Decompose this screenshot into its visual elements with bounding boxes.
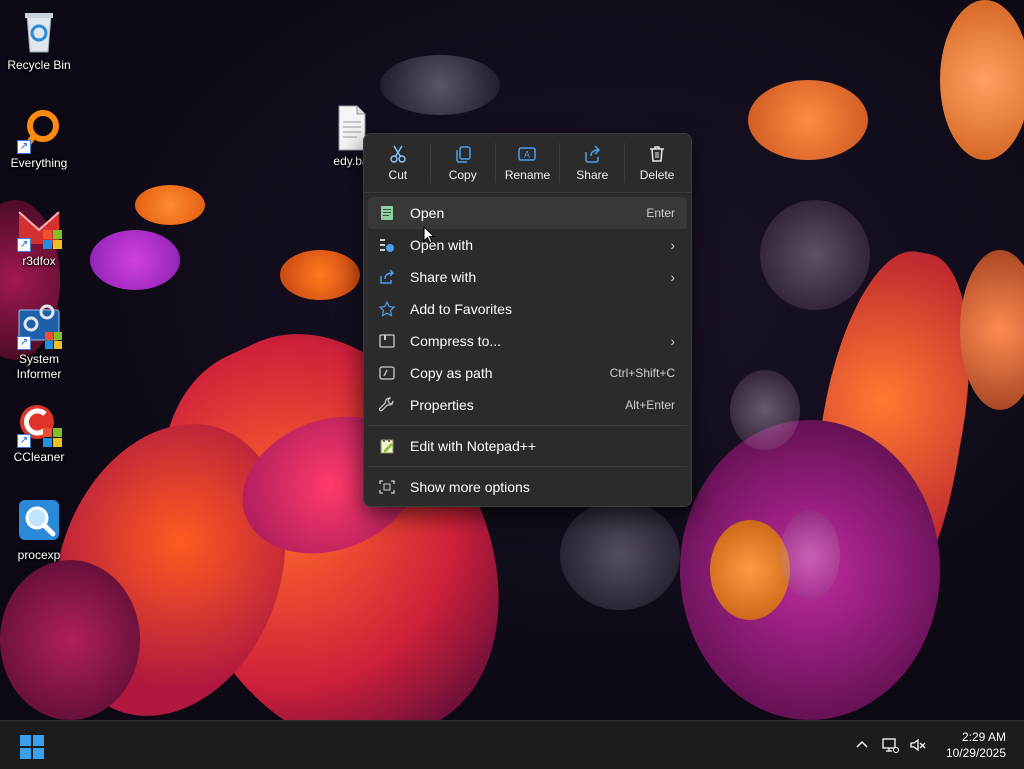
desktop-icon-label: r3dfox bbox=[22, 254, 56, 268]
share-icon bbox=[585, 145, 601, 163]
system-informer-icon: ↗ bbox=[15, 302, 63, 350]
taskbar: 2:29 AM 10/29/2025 bbox=[0, 720, 1024, 769]
show-more-icon bbox=[378, 478, 396, 496]
rename-button[interactable]: A Rename bbox=[496, 137, 560, 189]
everything-search-icon: ↗ bbox=[15, 106, 63, 154]
desktop-icon-ccleaner[interactable]: ↗ CCleaner bbox=[1, 400, 77, 465]
process-explorer-icon bbox=[15, 498, 63, 546]
copy-button[interactable]: Copy bbox=[431, 137, 495, 189]
shortcut-arrow-icon: ↗ bbox=[17, 336, 31, 350]
menu-separator bbox=[368, 466, 687, 467]
menu-item-label: Share with bbox=[410, 269, 477, 285]
recycle-bin-icon bbox=[15, 8, 63, 56]
cut-button[interactable]: Cut bbox=[366, 137, 430, 189]
network-icon[interactable] bbox=[877, 732, 903, 758]
desktop-icon-system-informer[interactable]: ↗ System Informer bbox=[1, 302, 77, 382]
desktop-icon-procexp[interactable]: procexp bbox=[1, 498, 77, 563]
menu-item-label: Open with bbox=[410, 237, 474, 253]
delete-label: Delete bbox=[639, 168, 675, 182]
chevron-right-icon: › bbox=[670, 333, 675, 349]
shortcut-arrow-icon: ↗ bbox=[17, 140, 31, 154]
clock-date: 10/29/2025 bbox=[945, 746, 1006, 760]
copy-icon bbox=[455, 146, 471, 163]
menu-item-add-to-favorites[interactable]: Add to Favorites bbox=[368, 293, 687, 325]
chevron-up-icon bbox=[856, 741, 868, 748]
desktop-icon-everything[interactable]: ↗ Everything bbox=[1, 106, 77, 171]
menu-item-open[interactable]: Open Enter bbox=[368, 197, 687, 229]
chevron-right-icon: › bbox=[670, 269, 675, 285]
show-hidden-icons-button[interactable] bbox=[849, 732, 875, 758]
menu-item-label: Open bbox=[410, 205, 445, 221]
menu-separator bbox=[368, 425, 687, 426]
desktop-icon-label: Everything bbox=[10, 156, 68, 170]
context-menu: Cut Copy A Rename Share Delete Open Ente… bbox=[363, 133, 692, 507]
menu-item-compress-to[interactable]: Compress to... › bbox=[368, 325, 687, 357]
desktop-icon-label: Recycle Bin bbox=[7, 58, 71, 72]
menu-item-open-with[interactable]: Open with › bbox=[368, 229, 687, 261]
clock-time: 2:29 AM bbox=[961, 730, 1006, 744]
ccleaner-icon: ↗ bbox=[15, 400, 63, 448]
archive-icon bbox=[378, 332, 396, 350]
menu-item-label: Add to Favorites bbox=[410, 301, 512, 317]
menu-item-label: Copy as path bbox=[410, 365, 493, 381]
menu-item-shortcut: Enter bbox=[646, 206, 675, 220]
volume-muted-icon[interactable] bbox=[905, 732, 931, 758]
delete-button[interactable]: Delete bbox=[625, 137, 689, 189]
star-icon bbox=[378, 300, 396, 318]
rename-label: Rename bbox=[504, 168, 551, 182]
share-with-icon bbox=[378, 268, 396, 286]
desktop-icon-label: CCleaner bbox=[13, 450, 65, 464]
rename-icon: A bbox=[518, 147, 537, 161]
copy-label: Copy bbox=[448, 168, 477, 182]
desktop-icon-recycle-bin[interactable]: Recycle Bin bbox=[1, 8, 77, 73]
r3dfox-browser-icon: ↗ bbox=[15, 204, 63, 252]
wrench-icon bbox=[378, 396, 396, 414]
menu-item-label: Edit with Notepad++ bbox=[410, 438, 537, 454]
menu-item-shortcut: Alt+Enter bbox=[625, 398, 675, 412]
menu-item-label: Compress to... bbox=[410, 333, 502, 349]
scissors-icon bbox=[390, 145, 406, 163]
notepad-plus-plus-icon bbox=[378, 437, 396, 455]
cut-label: Cut bbox=[388, 168, 408, 182]
copy-path-icon bbox=[378, 364, 396, 382]
open-with-icon bbox=[378, 236, 396, 254]
clock[interactable]: 2:29 AM 10/29/2025 bbox=[932, 729, 1024, 761]
shortcut-arrow-icon: ↗ bbox=[17, 434, 31, 448]
context-menu-items: Open Enter Open with › Share with › Add … bbox=[364, 193, 691, 507]
system-tray: 2:29 AM 10/29/2025 bbox=[848, 721, 1024, 769]
notepad-icon bbox=[378, 204, 396, 222]
menu-item-properties[interactable]: Properties Alt+Enter bbox=[368, 389, 687, 421]
desktop-icon-label: System Informer bbox=[16, 352, 62, 381]
menu-item-label: Properties bbox=[410, 397, 474, 413]
desktop-icon-r3dfox[interactable]: ↗ r3dfox bbox=[1, 204, 77, 269]
menu-item-label: Show more options bbox=[410, 479, 530, 495]
menu-item-shortcut: Ctrl+Shift+C bbox=[609, 366, 675, 380]
menu-item-show-more-options[interactable]: Show more options bbox=[368, 471, 687, 503]
share-button[interactable]: Share bbox=[560, 137, 624, 189]
menu-item-share-with[interactable]: Share with › bbox=[368, 261, 687, 293]
trash-icon bbox=[650, 146, 665, 162]
share-label: Share bbox=[576, 168, 609, 182]
svg-text:A: A bbox=[524, 151, 531, 161]
windows-start-icon[interactable] bbox=[20, 735, 44, 759]
shortcut-arrow-icon: ↗ bbox=[17, 238, 31, 252]
context-menu-toolbar: Cut Copy A Rename Share Delete bbox=[364, 134, 691, 193]
menu-item-copy-as-path[interactable]: Copy as path Ctrl+Shift+C bbox=[368, 357, 687, 389]
chevron-right-icon: › bbox=[670, 237, 675, 253]
mouse-cursor-icon bbox=[423, 226, 435, 244]
menu-item-edit-with-notepad-plus-plus[interactable]: Edit with Notepad++ bbox=[368, 430, 687, 462]
desktop-icon-label: procexp bbox=[17, 548, 61, 562]
